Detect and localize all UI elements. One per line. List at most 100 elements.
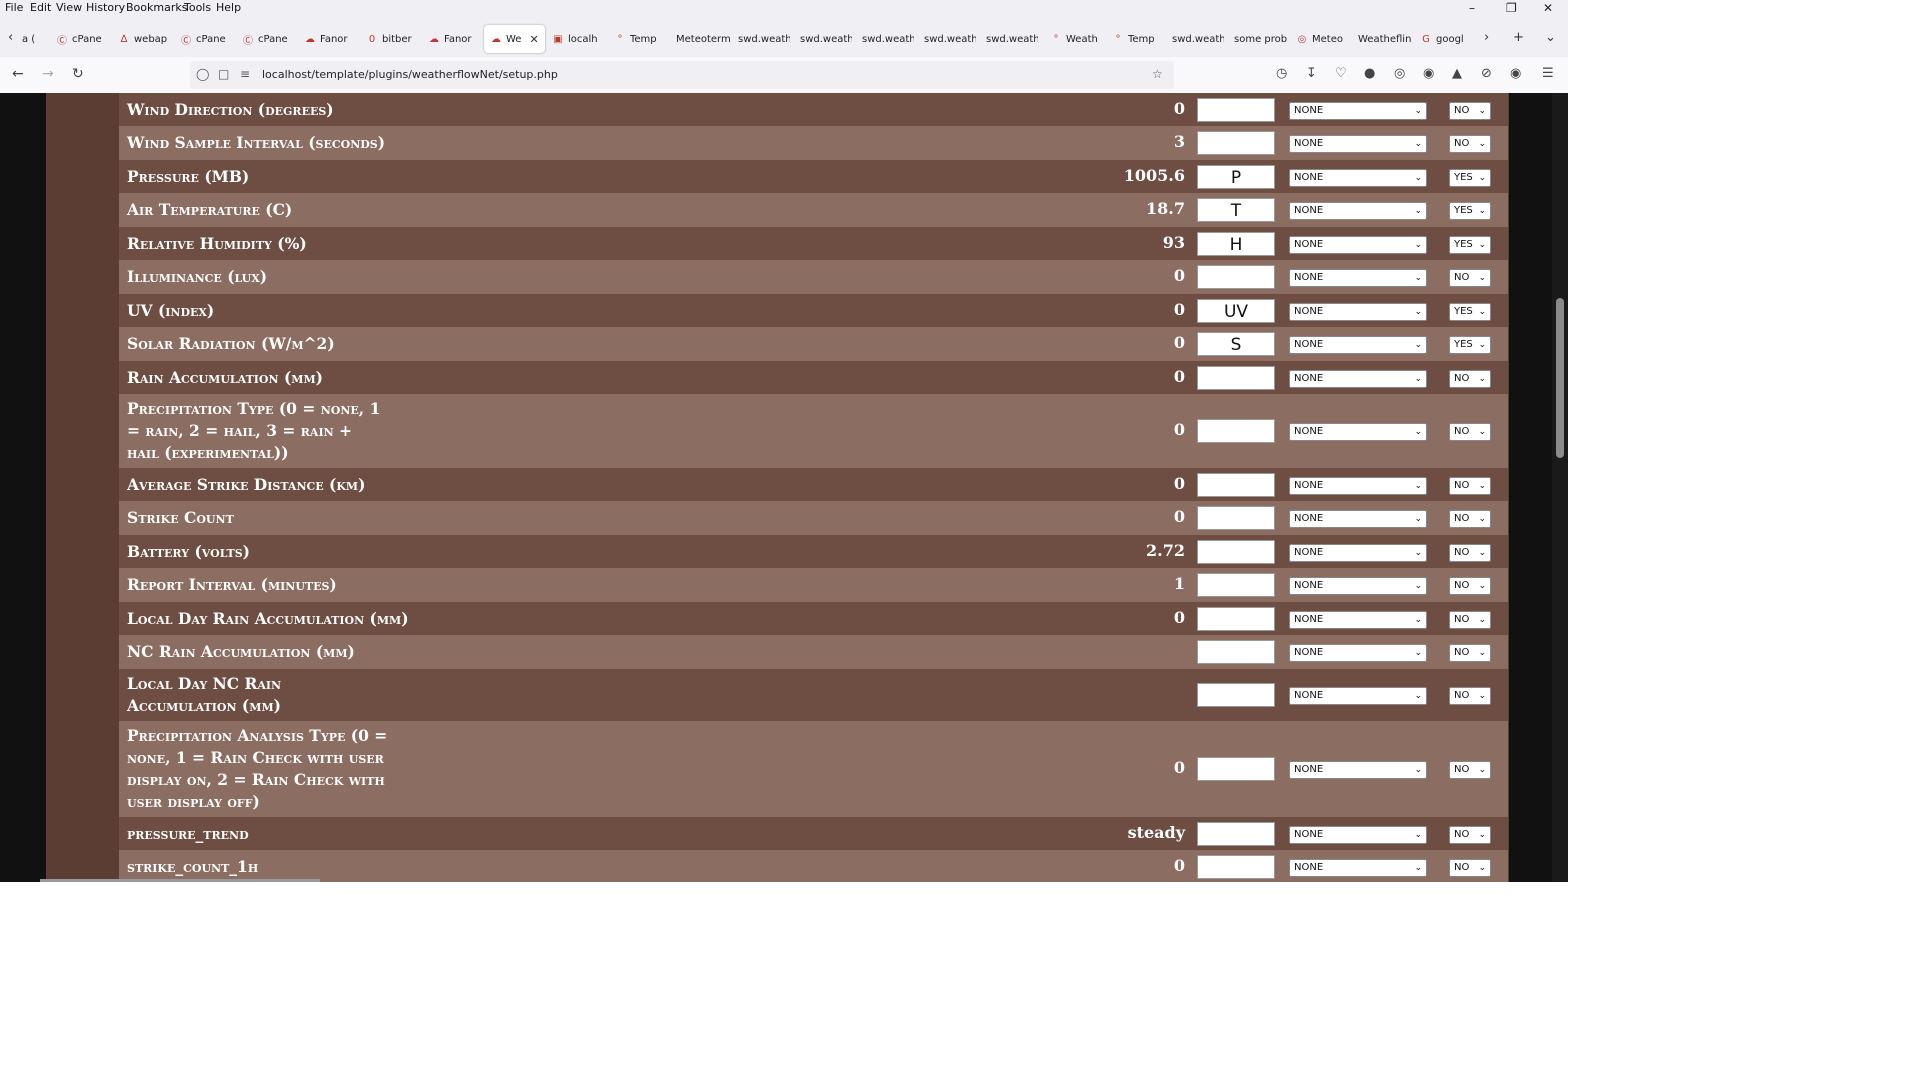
enable-select[interactable]: NO ⌄ (1449, 644, 1491, 662)
history-icon[interactable]: ◷ (1276, 66, 1287, 81)
menu-help[interactable]: Help (216, 1, 241, 14)
mapping-select[interactable]: NONE ⌄ (1289, 644, 1427, 662)
mapping-select[interactable]: NONE ⌄ (1289, 369, 1427, 388)
abbreviation-input[interactable]: S (1197, 332, 1275, 356)
enable-select[interactable]: NO ⌄ (1449, 135, 1491, 153)
tab-16[interactable]: swd.weath (986, 25, 1038, 53)
extension-circle-icon[interactable]: ◎ (1394, 66, 1405, 81)
downloads-icon[interactable]: ↧ (1306, 66, 1317, 81)
close-tab-icon[interactable]: ✕ (529, 33, 538, 46)
menu-tools[interactable]: Tools (184, 1, 211, 14)
abbreviation-input[interactable] (1197, 472, 1275, 497)
menu-edit[interactable]: Edit (30, 1, 51, 14)
tab-list-icon[interactable]: ⌄ (1545, 30, 1556, 45)
mapping-select[interactable]: NONE ⌄ (1289, 202, 1427, 220)
tab-13[interactable]: swd.weath (800, 25, 852, 53)
horizontal-scrollbar[interactable] (40, 879, 320, 882)
abbreviation-input[interactable]: H (1197, 231, 1275, 256)
mapping-select[interactable]: NONE ⌄ (1289, 761, 1427, 779)
restore-icon[interactable]: ❐ (1506, 1, 1517, 15)
pocket-icon[interactable]: ♡ (1335, 66, 1347, 81)
tab-22[interactable]: Weatheflin (1358, 25, 1416, 53)
enable-select[interactable]: NO ⌄ (1449, 543, 1491, 562)
permissions-icon[interactable]: ≡ (240, 67, 250, 81)
mapping-select[interactable]: NONE ⌄ (1289, 510, 1427, 528)
forward-icon[interactable]: → (42, 66, 54, 82)
shield-icon[interactable]: ◯ (196, 67, 209, 81)
enable-select[interactable]: NO ⌄ (1449, 101, 1491, 120)
mapping-select[interactable]: NONE ⌄ (1289, 687, 1427, 705)
close-window-icon[interactable]: ✕ (1543, 1, 1553, 15)
abbreviation-input[interactable] (1197, 97, 1275, 122)
tab-1[interactable]: ⒸcPane (56, 25, 108, 53)
tab-5[interactable]: ☁ Fanor (304, 25, 356, 53)
menu-file[interactable]: File (5, 1, 23, 14)
tab-18[interactable]: ° Temp (1112, 25, 1164, 53)
mapping-select[interactable]: NONE ⌄ (1289, 101, 1427, 120)
mapping-select[interactable]: NONE ⌄ (1289, 336, 1427, 354)
tab-6[interactable]: 0 bitber (366, 25, 418, 53)
tab-14[interactable]: swd.weath (862, 25, 914, 53)
tab-15[interactable]: swd.weath (924, 25, 976, 53)
enable-select[interactable]: NO ⌄ (1449, 687, 1491, 705)
extension-f-icon[interactable]: ● (1364, 66, 1375, 81)
enable-select[interactable]: NO ⌄ (1449, 369, 1491, 388)
abbreviation-input[interactable] (1197, 757, 1275, 781)
tab-17[interactable]: ° Weath (1050, 25, 1102, 53)
mapping-select[interactable]: NONE ⌄ (1289, 423, 1427, 441)
vertical-scrollbar[interactable] (1552, 93, 1568, 882)
enable-select[interactable]: YES ⌄ (1449, 202, 1491, 220)
page-info-icon[interactable]: □ (218, 67, 229, 81)
abbreviation-input[interactable]: UV (1197, 298, 1275, 323)
enable-select[interactable]: NO ⌄ (1449, 510, 1491, 528)
enable-select[interactable]: YES ⌄ (1449, 168, 1491, 187)
enable-select[interactable]: NO ⌄ (1449, 859, 1491, 877)
enable-select[interactable]: YES ⌄ (1449, 235, 1491, 254)
enable-select[interactable]: YES ⌄ (1449, 336, 1491, 354)
url-text[interactable]: localhost/template/plugins/weatherflowNe… (262, 68, 558, 81)
abbreviation-input[interactable] (1197, 265, 1275, 289)
url-bar[interactable]: ◯ □ ≡ localhost/template/plugins/weather… (190, 61, 1174, 89)
extension-globe-icon[interactable]: ◉ (1423, 66, 1434, 81)
tab-scroll-right-icon[interactable]: › (1484, 30, 1489, 45)
extension-bell-icon[interactable]: ▲ (1452, 66, 1462, 81)
tab-20[interactable]: some prob (1234, 25, 1290, 53)
abbreviation-input[interactable] (1197, 539, 1275, 564)
tab-7[interactable]: ☁ Fanor (428, 25, 480, 53)
mapping-select[interactable]: NONE ⌄ (1289, 859, 1427, 877)
abbreviation-input[interactable] (1197, 365, 1275, 390)
enable-select[interactable]: NO ⌄ (1449, 761, 1491, 779)
mapping-select[interactable]: NONE ⌄ (1289, 543, 1427, 562)
abbreviation-input[interactable] (1197, 606, 1275, 631)
mapping-select[interactable]: NONE ⌄ (1289, 825, 1427, 844)
tab-scroll-left-icon[interactable]: ‹ (8, 30, 13, 45)
tab-2[interactable]: ∆ webap (118, 25, 170, 53)
tab-4[interactable]: ⒸcPane (242, 25, 294, 53)
back-icon[interactable]: ← (12, 66, 24, 82)
reload-icon[interactable]: ↻ (72, 66, 84, 82)
abbreviation-input[interactable] (1197, 855, 1275, 879)
abbreviation-input[interactable] (1197, 640, 1275, 664)
mapping-select[interactable]: NONE ⌄ (1289, 135, 1427, 153)
mapping-select[interactable]: NONE ⌄ (1289, 168, 1427, 187)
tab-10[interactable]: ° Temp (614, 25, 666, 53)
enable-select[interactable]: NO ⌄ (1449, 577, 1491, 595)
scrollbar-thumb[interactable] (1556, 298, 1564, 458)
new-tab-icon[interactable]: + (1513, 30, 1524, 45)
tab-0[interactable]: a ( (22, 25, 48, 53)
abbreviation-input[interactable] (1197, 821, 1275, 846)
mapping-select[interactable]: NONE ⌄ (1289, 610, 1427, 629)
menu-view[interactable]: View (56, 1, 82, 14)
tab-23[interactable]: Ggoogl (1420, 25, 1472, 53)
tab-9[interactable]: ▣ localh (552, 25, 604, 53)
abbreviation-input[interactable] (1197, 683, 1275, 707)
mapping-select[interactable]: NONE ⌄ (1289, 302, 1427, 321)
abbreviation-input[interactable]: T (1197, 198, 1275, 222)
enable-select[interactable]: YES ⌄ (1449, 302, 1491, 321)
extension-block-icon[interactable]: ⊘ (1481, 66, 1492, 81)
enable-select[interactable]: NO ⌄ (1449, 825, 1491, 844)
menu-bookmarks[interactable]: Bookmarks (126, 1, 187, 14)
enable-select[interactable]: NO ⌄ (1449, 423, 1491, 441)
abbreviation-input[interactable] (1197, 131, 1275, 155)
mapping-select[interactable]: NONE ⌄ (1289, 269, 1427, 287)
